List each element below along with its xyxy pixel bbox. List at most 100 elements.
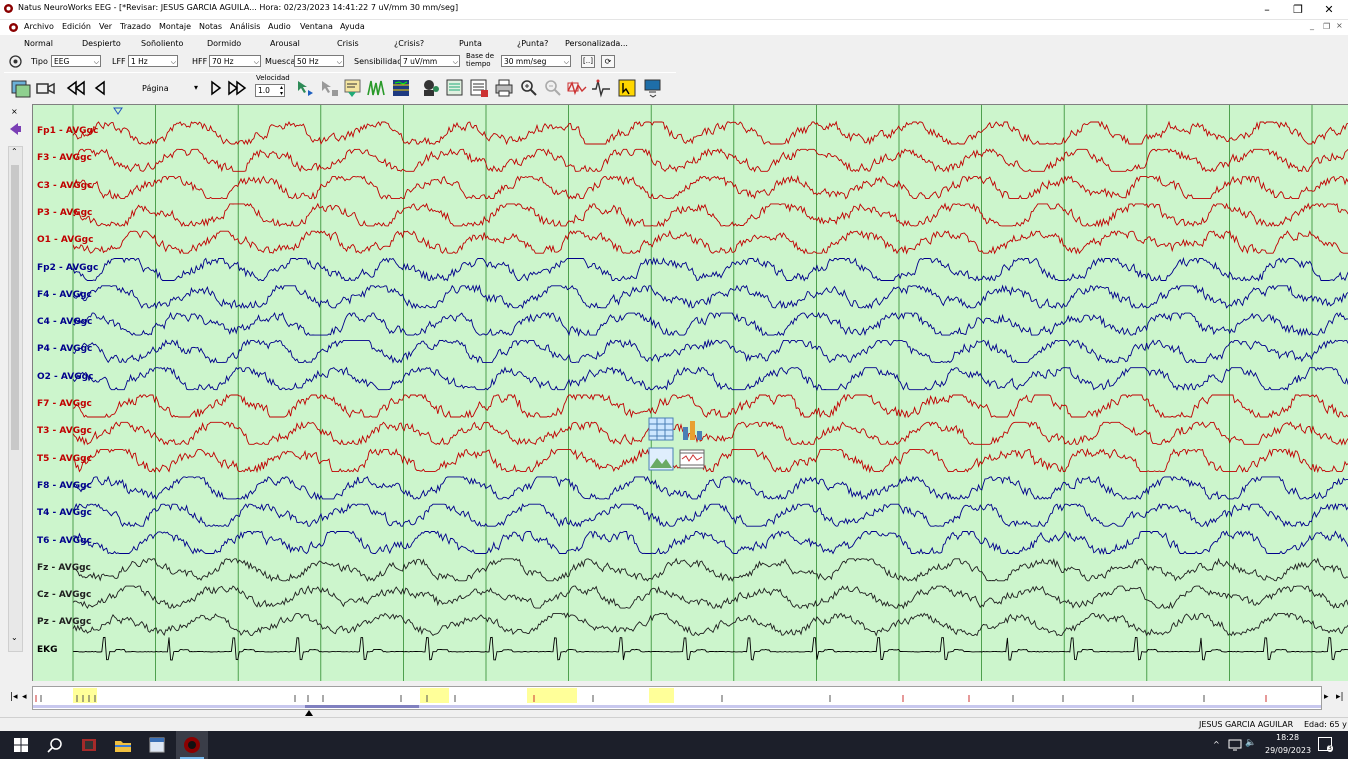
time-marker-icon[interactable] [113,107,123,115]
overview-viewport[interactable] [305,705,419,708]
base-tiempo-select[interactable]: 30 mm/seg ⌵ [501,55,571,67]
channel-label[interactable]: T3 - AVGgc [37,426,92,436]
forward-fast-icon[interactable] [226,77,248,99]
panel-close-icon[interactable]: × [11,107,18,116]
velocidad-input[interactable]: 1.0 ▴ ▾ [255,84,285,97]
menu-audio[interactable]: Audio [268,22,291,31]
hff-select[interactable]: 70 Hz ⌵ [209,55,261,67]
channel-label[interactable]: F8 - AVGgc [37,481,92,491]
channel-label[interactable]: T5 - AVGgc [37,454,92,464]
step-back-icon[interactable] [90,77,112,99]
waveform-compare-icon[interactable] [566,77,588,99]
channel-label[interactable]: C4 - AVGgc [37,317,92,327]
task-view-icon[interactable] [80,736,98,754]
spreadsheet-icon[interactable] [648,417,674,441]
menu-analisis[interactable]: Análisis [230,22,260,31]
last-page-icon[interactable]: ▸| [1336,692,1344,702]
preset-normal[interactable]: Normal [24,39,53,48]
bar-chart-icon[interactable] [679,417,705,441]
preset-crisis-question[interactable]: ¿Crisis? [394,39,424,48]
event-list-icon[interactable] [468,77,490,99]
report-icon[interactable] [444,77,466,99]
tipo-select[interactable]: EEG ⌵ [51,55,101,67]
preset-arousal[interactable]: Arousal [270,39,300,48]
cursor-stop-icon[interactable] [318,77,340,99]
channel-label[interactable]: T6 - AVGgc [37,536,92,546]
muesca-select[interactable]: 50 Hz ⌵ [294,55,344,67]
network-icon[interactable] [1228,739,1242,751]
channel-label[interactable]: EKG [37,645,58,655]
prev-page-icon[interactable]: ◂ [22,692,27,702]
video-clip-icon[interactable] [679,447,705,471]
preset-punta[interactable]: Punta [459,39,482,48]
channel-label[interactable]: Cz - AVGgc [37,590,91,600]
channel-label[interactable]: Fz - AVGgc [37,563,91,573]
channel-label[interactable]: T4 - AVGgc [37,508,92,518]
preset-despierto[interactable]: Despierto [82,39,121,48]
taskbar-time[interactable]: 18:28 [1276,733,1299,742]
scroll-up-icon[interactable]: ⌃ [11,147,18,156]
channel-label[interactable]: F7 - AVGgc [37,399,92,409]
restore-button[interactable]: ❐ [1283,0,1313,19]
back-arrow-icon[interactable] [6,120,22,138]
next-page-icon[interactable]: ▸ [1324,692,1329,702]
lff-select[interactable]: 1 Hz ⌵ [128,55,178,67]
channel-label[interactable]: Fp1 - AVGgc [37,126,98,136]
menu-archivo[interactable]: Archivo [24,22,54,31]
close-button[interactable]: ✕ [1314,0,1344,19]
rewind-fast-icon[interactable] [65,77,87,99]
neuroworks-taskbar-button[interactable] [176,731,208,759]
video-camera-icon[interactable] [34,77,56,99]
bracket-button[interactable]: [..] [581,55,595,68]
pagina-dropdown-icon[interactable]: ▾ [194,83,198,92]
tray-chevron-icon[interactable]: ^ [1213,740,1220,749]
preset-crisis[interactable]: Crisis [337,39,359,48]
channel-label[interactable]: F3 - AVGgc [37,153,92,163]
patient-settings-icon[interactable] [9,55,22,68]
volume-icon[interactable]: 🔈 [1245,738,1256,748]
channel-label[interactable]: P4 - AVGgc [37,344,92,354]
waveform-measure-icon[interactable] [590,77,612,99]
scroll-thumb[interactable] [11,165,19,450]
menu-trazado[interactable]: Trazado [120,22,151,31]
sensibilidad-select[interactable]: 7 uV/mm ⌵ [400,55,460,67]
position-caret-icon[interactable] [305,710,313,716]
menu-notas[interactable]: Notas [199,22,222,31]
menu-montaje[interactable]: Montaje [159,22,191,31]
preset-sonoliento[interactable]: Soñoliento [141,39,183,48]
zoom-in-icon[interactable] [518,77,540,99]
preset-dormido[interactable]: Dormido [207,39,241,48]
spike-detect-icon[interactable] [366,77,388,99]
step-forward-icon[interactable] [204,77,226,99]
menu-ayuda[interactable]: Ayuda [340,22,365,31]
channel-label[interactable]: P3 - AVGgc [37,208,92,218]
child-close-button[interactable]: × [1336,21,1343,30]
image-icon[interactable] [648,447,674,471]
preset-punta-question[interactable]: ¿Punta? [517,39,548,48]
channel-label[interactable]: C3 - AVGgc [37,181,92,191]
recording-overview-timeline[interactable] [32,686,1322,710]
channel-label[interactable]: Fp2 - AVGgc [37,263,98,273]
cursor-play-icon[interactable] [294,77,316,99]
child-minimize-button[interactable]: _ [1310,21,1314,30]
eeg-trace-area[interactable]: Fp1 - AVGgc F3 - AVGgc C3 - AVGgc P3 - AVGg… [32,104,1348,681]
montage-icon[interactable] [10,77,32,99]
channel-label[interactable]: F4 - AVGgc [37,290,92,300]
preset-personalizada[interactable]: Personalizada... [565,39,628,48]
pointer-tool-icon[interactable] [616,77,638,99]
channel-label[interactable]: Pz - AVGgc [37,617,91,627]
menu-ver[interactable]: Ver [99,22,112,31]
channel-label[interactable]: O2 - AVGgc [37,372,93,382]
menu-ventana[interactable]: Ventana [300,22,333,31]
spinner-icon[interactable]: ▴ ▾ [280,85,283,97]
refresh-button[interactable]: ⟳ [601,55,615,68]
taskbar-date[interactable]: 29/09/2023 [1265,746,1311,755]
scroll-down-icon[interactable]: ⌄ [11,633,18,642]
channel-label[interactable]: O1 - AVGgc [37,235,93,245]
child-restore-button[interactable]: ❐ [1323,22,1330,31]
monitor-export-icon[interactable] [642,77,664,99]
first-page-icon[interactable]: |◂ [10,692,18,702]
annotation-icon[interactable] [342,77,364,99]
file-explorer-icon[interactable] [114,736,132,754]
menu-edicion[interactable]: Edición [62,22,91,31]
